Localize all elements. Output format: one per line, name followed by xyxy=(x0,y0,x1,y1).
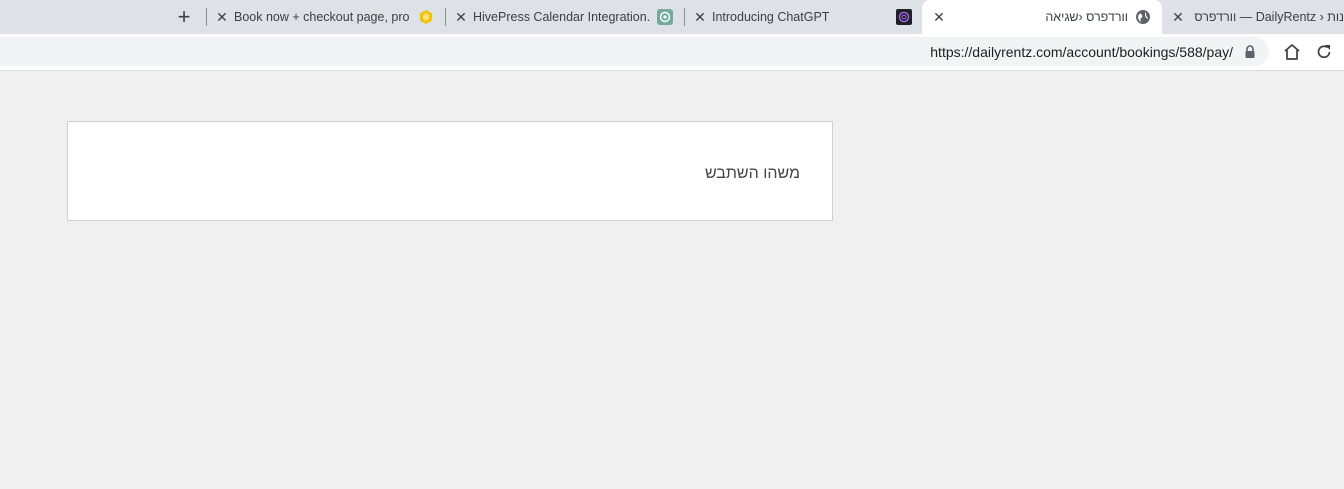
address-bar[interactable]: https://dailyrentz.com/account/bookings/… xyxy=(0,37,1269,66)
tab-wordpress-error[interactable]: ✕ וורדפרס ‹שגיאה xyxy=(922,0,1162,34)
error-message-box: משהו השתבש xyxy=(67,121,833,221)
tab-close-icon[interactable]: ✕ xyxy=(1170,9,1186,25)
tab-close-icon[interactable]: ✕ xyxy=(931,9,947,25)
url-text[interactable]: https://dailyrentz.com/account/bookings/… xyxy=(930,44,1233,60)
home-icon[interactable] xyxy=(1282,42,1302,62)
tab-close-icon[interactable]: ✕ xyxy=(692,9,708,25)
tab-close-icon[interactable]: ✕ xyxy=(214,9,230,25)
tab-strip: + ✕ Book now + checkout page, prob ✕ Hiv… xyxy=(0,0,1344,34)
lock-icon[interactable] xyxy=(1244,45,1256,59)
browser-toolbar: https://dailyrentz.com/account/bookings/… xyxy=(0,34,1344,71)
tab-close-icon[interactable]: ✕ xyxy=(453,9,469,25)
tab-title: נות ‹ DailyRentz — וורדפרס xyxy=(1194,10,1344,24)
tab-title: Introducing ChatGPT xyxy=(712,10,830,24)
tab-hivepress-calendar[interactable]: ✕ HivePress Calendar Integration. xyxy=(449,0,683,34)
tab-dailyrentz-wordpress[interactable]: ✕ נות ‹ DailyRentz — וורדפרס xyxy=(1164,0,1344,34)
tab-book-now[interactable]: ✕ Book now + checkout page, prob xyxy=(210,0,446,34)
tab-introducing-chatgpt[interactable]: ✕ Introducing ChatGPT xyxy=(688,0,920,34)
globe-icon xyxy=(1136,10,1150,24)
tab-separator xyxy=(684,8,685,26)
tab-separator xyxy=(445,8,446,26)
new-tab-button[interactable]: + xyxy=(172,5,196,29)
tab-title: Book now + checkout page, prob xyxy=(234,10,410,24)
reload-icon[interactable] xyxy=(1314,42,1334,62)
tab-separator xyxy=(206,8,207,26)
openai-icon xyxy=(896,9,912,25)
tab-title: וורדפרס ‹שגיאה xyxy=(1045,10,1128,24)
chatgpt-icon xyxy=(657,9,673,25)
hivepress-icon xyxy=(420,10,432,24)
tab-title: HivePress Calendar Integration. xyxy=(473,10,651,24)
error-message: משהו השתבש xyxy=(704,165,800,182)
